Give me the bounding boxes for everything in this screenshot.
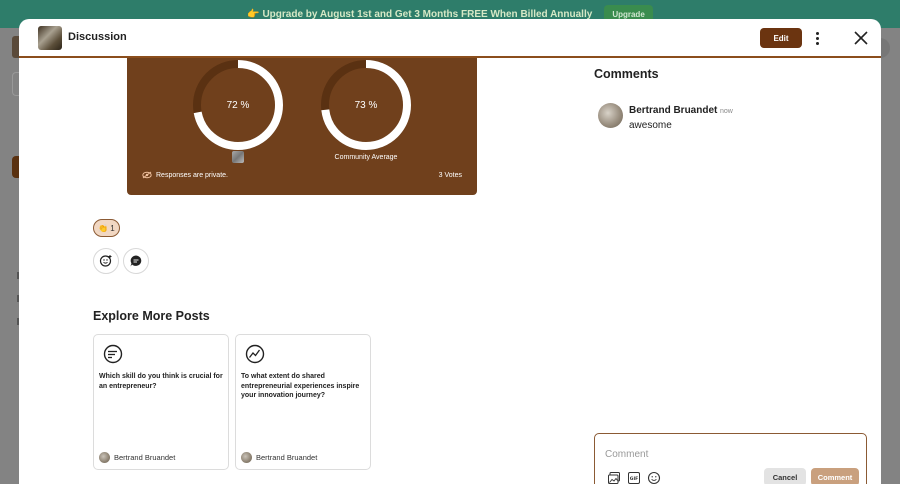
cancel-button[interactable]: Cancel [764, 468, 806, 484]
community-average-gauge: 73 % [317, 56, 415, 154]
comment-time: now [720, 108, 733, 115]
user-percent: 72 % [226, 99, 250, 111]
post-card[interactable]: Which skill do you think is crucial for … [93, 334, 229, 470]
modal-header: Discussion Edit [19, 19, 881, 58]
gif-icon[interactable]: GIF [627, 471, 641, 484]
discussion-thumbnail [38, 26, 62, 50]
comment-composer: GIF Cancel Comment [594, 433, 867, 484]
explore-title: Explore More Posts [93, 309, 210, 323]
discussion-modal: Discussion Edit 72 % 73 % Community Aver… [19, 19, 881, 484]
votes-count: 3 Votes [438, 172, 462, 179]
post-author: Bertrand Bruandet [99, 452, 175, 463]
clap-reaction[interactable]: 👏 1 [93, 219, 120, 237]
post-title: To what extent do shared entrepreneurial… [241, 373, 360, 399]
author-avatar [241, 452, 252, 463]
comment-body: awesome [629, 120, 672, 131]
author-name: Bertrand Bruandet [256, 453, 318, 462]
close-icon[interactable] [852, 29, 870, 47]
banner-text: 👉 Upgrade by August 1st and Get 3 Months… [247, 8, 593, 20]
add-reaction-button[interactable] [93, 248, 119, 274]
clap-icon: 👏 [98, 223, 109, 233]
community-average-label: Community Average [334, 154, 398, 161]
post-title: Which skill do you think is crucial for … [99, 373, 223, 390]
emoji-icon[interactable] [647, 471, 661, 484]
comment-button[interactable] [123, 248, 149, 274]
text-post-icon [103, 344, 123, 364]
edit-button[interactable]: Edit [760, 28, 802, 48]
chart-post-icon [245, 344, 265, 364]
private-text: Responses are private. [156, 171, 228, 179]
eye-off-icon [142, 171, 152, 179]
image-icon[interactable] [607, 471, 621, 484]
svg-text:GIF: GIF [630, 476, 638, 482]
add-reaction-icon [99, 255, 112, 267]
modal-title: Discussion [68, 31, 127, 43]
community-percent: 73 % [354, 99, 378, 111]
comments-title: Comments [594, 67, 659, 81]
submit-comment-button[interactable]: Comment [811, 468, 859, 484]
comment-bubble-icon [130, 255, 142, 267]
poll-results-card: 72 % 73 % Community Average Responses ar… [127, 58, 477, 195]
reaction-count: 1 [110, 223, 115, 233]
user-avatar [232, 151, 244, 163]
comment-input[interactable] [605, 446, 805, 462]
user-response-gauge: 72 % [189, 56, 287, 154]
author-avatar [99, 452, 110, 463]
comment-author: Bertrand Bruandet [629, 105, 718, 116]
commenter-avatar [598, 103, 623, 128]
more-options-icon[interactable] [811, 29, 823, 47]
post-author: Bertrand Bruandet [241, 452, 317, 463]
private-notice: Responses are private. [142, 171, 228, 179]
author-name: Bertrand Bruandet [114, 453, 176, 462]
post-card[interactable]: To what extent do shared entrepreneurial… [235, 334, 371, 470]
